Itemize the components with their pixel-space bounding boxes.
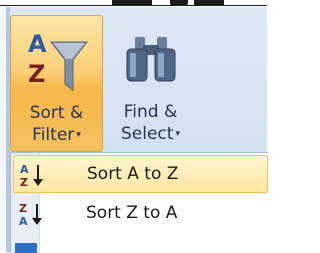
find-select-button[interactable]: Find & Select ▾ [103, 15, 198, 152]
menu-item-label: Sort A to Z [87, 164, 179, 184]
chevron-down-icon: ▾ [175, 129, 180, 139]
sort-filter-icon: A Z [28, 30, 88, 91]
sort-descending-icon: Z A [19, 202, 42, 227]
svg-text:A: A [28, 30, 47, 58]
sort-ascending-icon: A Z [20, 163, 43, 188]
menu-item-sort-a-to-z[interactable]: A Z Sort A to Z [13, 155, 268, 193]
find-select-label-line2: Select [121, 124, 174, 144]
sort-filter-menu: A Z Sort A to Z Z A Sort Z to A [10, 152, 268, 253]
menu-item-sort-z-to-a[interactable]: Z A Sort Z to A [13, 195, 268, 233]
find-select-label-line1: Find & [123, 102, 178, 122]
sort-filter-label-line2: Filter [32, 125, 75, 145]
sort-filter-button[interactable]: A Z Sort & Filter ▾ [10, 15, 103, 152]
binoculars-icon [126, 37, 175, 82]
svg-text:Z: Z [28, 60, 45, 88]
chevron-down-icon: ▾ [76, 130, 81, 140]
svg-text:Z: Z [19, 202, 27, 215]
window-top-edge [0, 0, 267, 7]
sort-filter-label-line1: Sort & [29, 103, 84, 123]
svg-text:A: A [20, 163, 29, 176]
ribbon-left-edge [0, 7, 10, 252]
svg-text:Z: Z [20, 176, 28, 188]
svg-text:A: A [19, 215, 28, 227]
menu-item-label: Sort Z to A [86, 203, 178, 223]
